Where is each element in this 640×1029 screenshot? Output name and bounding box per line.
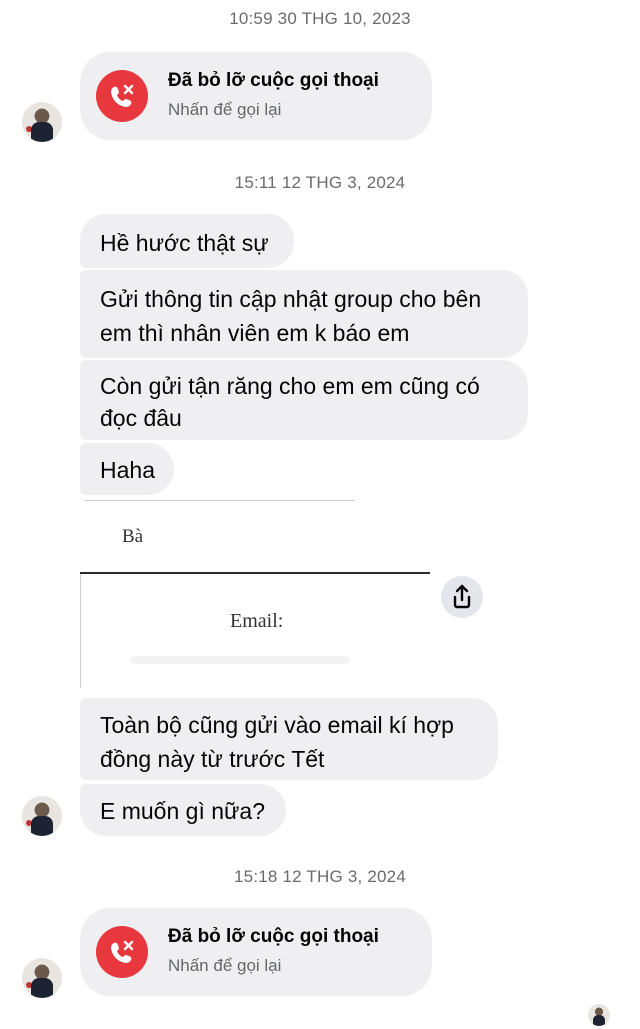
divider (84, 500, 354, 501)
call-back-hint: Nhấn để gọi lại (168, 100, 282, 119)
message-text: Hề hước thật sự (100, 230, 269, 256)
document-email-label: Email: (230, 610, 284, 632)
missed-call-title: Đã bỏ lỡ cuộc gọi thoại (168, 70, 379, 91)
redacted-text (130, 656, 350, 664)
missed-call-icon (96, 926, 148, 978)
message-text-line: em thì nhân viên em k báo em (100, 320, 410, 346)
timestamp: 10:59 30 THG 10, 2023 (229, 9, 411, 28)
divider (80, 574, 81, 688)
message-text-line: Gửi thông tin cập nhật group cho bên (100, 286, 482, 312)
message-text-line: Toàn bộ cũng gửi vào email kí hợp (100, 712, 454, 738)
missed-call-icon (96, 70, 148, 122)
divider (80, 572, 430, 574)
missed-call-card[interactable]: Đã bỏ lỡ cuộc gọi thoại Nhấn để gọi lại (80, 908, 432, 996)
missed-call-title: Đã bỏ lỡ cuộc gọi thoại (168, 926, 379, 947)
timestamp: 15:18 12 THG 3, 2024 (234, 867, 406, 886)
message-bubble[interactable]: Còn gửi tận răng cho em em cũng có đọc đ… (80, 360, 528, 440)
message-text: E muốn gì nữa? (100, 798, 265, 824)
missed-call-card[interactable]: Đã bỏ lỡ cuộc gọi thoại Nhấn để gọi lại (80, 52, 432, 140)
document-salutation: Bà (122, 526, 144, 547)
message-bubble[interactable]: Toàn bộ cũng gửi vào email kí hợp đồng n… (80, 698, 498, 780)
message-bubble[interactable]: Gửi thông tin cập nhật group cho bên em … (80, 270, 528, 358)
avatar (22, 102, 62, 142)
message-text-line: đồng này từ trước Tết (100, 746, 325, 772)
message-bubble[interactable]: Hề hước thật sự (80, 214, 294, 268)
avatar (22, 796, 62, 836)
avatar (22, 958, 62, 998)
message-bubble[interactable]: Haha (80, 443, 174, 495)
message-bubble[interactable]: E muốn gì nữa? (80, 784, 286, 836)
message-text: Haha (100, 457, 155, 483)
share-button[interactable] (441, 576, 483, 618)
document-attachment[interactable]: Bà Email: (80, 496, 432, 692)
share-icon (453, 584, 471, 609)
read-receipt-avatar (588, 1004, 610, 1026)
timestamp: 15:11 12 THG 3, 2024 (234, 173, 406, 192)
call-back-hint: Nhấn để gọi lại (168, 956, 282, 975)
message-text-line: đọc đâu (100, 405, 182, 431)
message-text-line: Còn gửi tận răng cho em em cũng có (100, 373, 480, 399)
